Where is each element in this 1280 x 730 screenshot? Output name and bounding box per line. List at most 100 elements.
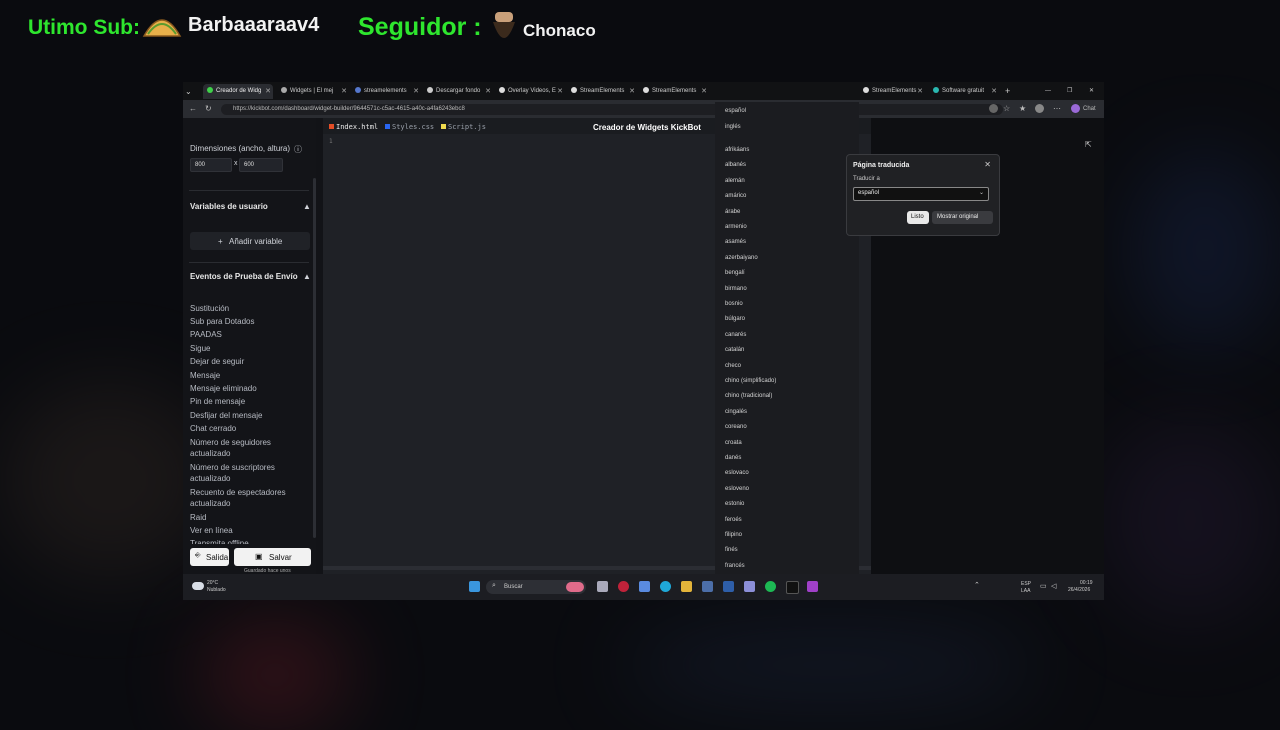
browser-tab[interactable]: Descargar fondo ✕ xyxy=(423,84,493,99)
language-option[interactable]: azerbaiyano xyxy=(725,255,758,261)
language-option[interactable]: danés xyxy=(725,455,741,461)
star-icon[interactable]: ☆ xyxy=(1003,104,1010,113)
language-option[interactable]: cingalés xyxy=(725,409,747,415)
language-dropdown-list[interactable]: español inglés afrikáans albanés alemán amá… xyxy=(715,102,859,590)
translate-icon[interactable] xyxy=(989,104,998,113)
chevron-up-icon[interactable]: ▲ xyxy=(303,272,311,281)
language-option[interactable]: esloveno xyxy=(725,486,749,492)
browser-tab[interactable]: Widgets | El mej ✕ xyxy=(277,84,349,99)
taskbar-search[interactable]: ⌕ Buscar xyxy=(486,580,586,594)
exit-button[interactable]: ⎆ Salida xyxy=(190,548,229,566)
language-option[interactable]: chino (simplificado) xyxy=(725,378,776,384)
close-icon[interactable]: ✕ xyxy=(413,84,419,99)
language-current[interactable]: español xyxy=(725,108,746,114)
language-option[interactable]: búlgaro xyxy=(725,316,745,322)
editor-tab-css[interactable]: Styles.css xyxy=(385,123,434,131)
browser-tab[interactable]: StreamElements ✕ xyxy=(639,84,709,99)
language-option[interactable]: canarés xyxy=(725,332,746,338)
user-variables-header[interactable]: Variables de usuario xyxy=(190,202,268,211)
event-item[interactable]: Mensaje eliminado xyxy=(190,384,257,393)
event-item[interactable]: Número de suscriptores xyxy=(190,463,275,472)
chevron-up-icon[interactable]: ▲ xyxy=(303,202,311,211)
event-item[interactable]: Sigue xyxy=(190,344,210,353)
language-option[interactable]: checo xyxy=(725,363,741,369)
chat-button[interactable]: Chat xyxy=(1083,106,1096,112)
opera-icon[interactable] xyxy=(618,581,629,592)
language-option[interactable]: francés xyxy=(725,563,745,569)
language-option[interactable]: armenio xyxy=(725,224,747,230)
event-item[interactable]: Sustitución xyxy=(190,304,229,313)
language-option[interactable]: estonio xyxy=(725,501,744,507)
language-option[interactable]: filipino xyxy=(725,532,742,538)
close-icon[interactable]: ✕ xyxy=(557,84,563,99)
open-external-icon[interactable]: ⇱ xyxy=(1085,140,1092,149)
language-option[interactable]: feroés xyxy=(725,517,742,523)
app-icon[interactable] xyxy=(807,581,818,592)
height-input[interactable]: 600 xyxy=(239,158,283,172)
store-icon[interactable] xyxy=(723,581,734,592)
tab-search-icon[interactable]: ⌄ xyxy=(185,84,199,99)
event-item[interactable]: Sub para Dotados xyxy=(190,317,255,326)
event-item[interactable]: Pin de mensaje xyxy=(190,397,245,406)
add-variable-button[interactable]: + Añadir variable xyxy=(190,232,310,250)
close-icon[interactable]: ✕ xyxy=(629,84,635,99)
app-icon[interactable] xyxy=(702,581,713,592)
language-option[interactable]: finés xyxy=(725,547,738,553)
done-button[interactable]: Listo xyxy=(907,211,929,224)
event-item[interactable]: Recuento de espectadores xyxy=(190,488,286,497)
language-option[interactable]: afrikáans xyxy=(725,147,749,153)
language-option[interactable]: catalán xyxy=(725,347,744,353)
browser-tab[interactable]: Overlay Videos, E ✕ xyxy=(495,84,565,99)
event-item[interactable]: Transmita offline xyxy=(190,539,249,544)
browser-tab[interactable]: StreamElements ✕ xyxy=(859,84,925,99)
spotify-icon[interactable] xyxy=(765,581,776,592)
app-icon[interactable] xyxy=(639,581,650,592)
language-option[interactable]: amárico xyxy=(725,193,746,199)
sidebar-scrollbar[interactable] xyxy=(313,178,316,538)
browser-tab[interactable]: Creador de Widg ✕ xyxy=(203,84,273,99)
browser-tab[interactable]: streamelements ✕ xyxy=(351,84,421,99)
close-window-button[interactable]: ✕ xyxy=(1089,84,1097,99)
more-icon[interactable]: ⋯ xyxy=(1053,104,1061,113)
language-option[interactable]: croata xyxy=(725,440,742,446)
minimize-button[interactable]: — xyxy=(1045,84,1053,99)
event-item[interactable]: Número de seguidores xyxy=(190,438,271,447)
language-option[interactable]: bosnio xyxy=(725,301,743,307)
event-item[interactable]: Desfijar del mensaje xyxy=(190,411,262,420)
windows-start-icon[interactable] xyxy=(469,581,480,592)
app-icon[interactable] xyxy=(744,581,755,592)
copilot-icon[interactable] xyxy=(1071,104,1080,113)
browser-tab[interactable]: Software gratuit ✕ xyxy=(929,84,999,99)
event-item[interactable]: PAADAS xyxy=(190,330,222,339)
language-option[interactable]: chino (tradicional) xyxy=(725,393,772,399)
event-item[interactable]: Raid xyxy=(190,513,206,522)
event-item[interactable]: Mensaje xyxy=(190,371,220,380)
language-indicator[interactable]: ESP xyxy=(1021,581,1031,587)
browser-tab[interactable]: StreamElements ✕ xyxy=(567,84,637,99)
event-item[interactable]: Dejar de seguir xyxy=(190,357,244,366)
language-option[interactable]: árabe xyxy=(725,209,740,215)
close-icon[interactable]: ✕ xyxy=(341,84,347,99)
new-tab-button[interactable]: + xyxy=(1005,84,1015,99)
refresh-icon[interactable]: ↻ xyxy=(205,104,212,113)
task-view-icon[interactable] xyxy=(597,581,608,592)
language-option[interactable]: coreano xyxy=(725,424,747,430)
profile-icon[interactable] xyxy=(1035,104,1044,113)
editor-tab-html[interactable]: Index.html xyxy=(329,123,378,131)
language-option[interactable]: alemán xyxy=(725,178,745,184)
url-input[interactable]: https://kickbot.com/dashboard/widget-bui… xyxy=(221,104,1003,115)
volume-icon[interactable]: ◁ xyxy=(1051,582,1056,590)
network-icon[interactable]: ▭ xyxy=(1040,582,1047,590)
event-item[interactable]: Chat cerrado xyxy=(190,424,236,433)
file-explorer-icon[interactable] xyxy=(681,581,692,592)
editor-tab-js[interactable]: Script.js xyxy=(441,123,486,131)
language-second[interactable]: inglés xyxy=(725,124,741,130)
maximize-button[interactable]: ❐ xyxy=(1067,84,1075,99)
language-option[interactable]: asamés xyxy=(725,239,746,245)
clock-time[interactable]: 00:19 xyxy=(1080,580,1093,586)
show-original-button[interactable]: Mostrar original xyxy=(932,211,993,224)
language-option[interactable]: albanés xyxy=(725,162,746,168)
close-icon[interactable]: ✕ xyxy=(917,84,923,99)
favorites-icon[interactable]: ★ xyxy=(1019,104,1026,113)
back-icon[interactable]: ← xyxy=(189,104,197,113)
